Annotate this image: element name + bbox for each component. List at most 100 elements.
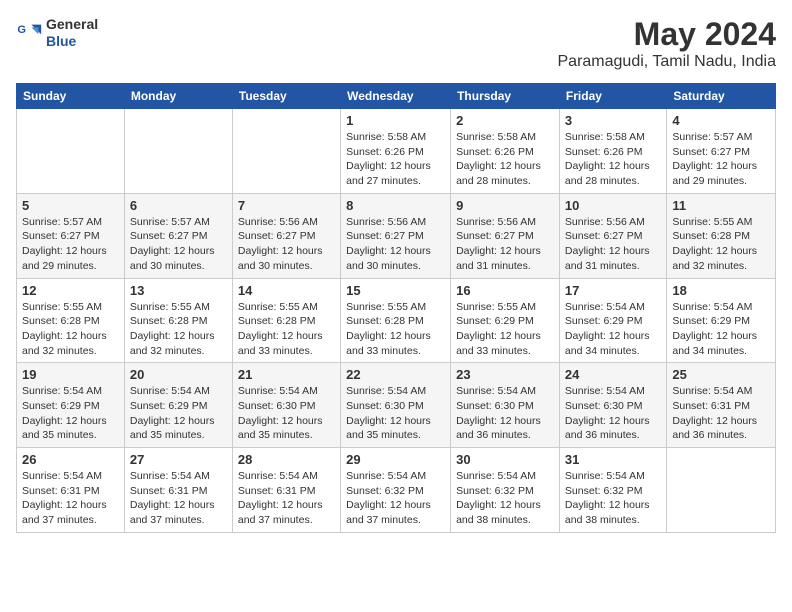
calendar-week-3: 12 Sunrise: 5:55 AM Sunset: 6:28 PM Dayli… — [17, 278, 776, 363]
day-number: 27 — [130, 452, 227, 467]
calendar-cell: 24 Sunrise: 5:54 AM Sunset: 6:30 PM Dayli… — [559, 363, 666, 448]
page-header: G General Blue May 2024 Paramagudi, Tami… — [16, 16, 776, 71]
day-info: Sunrise: 5:55 AM Sunset: 6:29 PM Dayligh… — [456, 300, 554, 359]
day-number: 9 — [456, 198, 554, 213]
day-number: 30 — [456, 452, 554, 467]
day-info: Sunrise: 5:55 AM Sunset: 6:28 PM Dayligh… — [346, 300, 445, 359]
column-header-thursday: Thursday — [451, 84, 560, 109]
calendar-cell: 23Sunrise: 5:54 AM Sunset: 6:30 PM Dayli… — [451, 363, 560, 448]
calendar-cell — [667, 448, 776, 533]
day-info: Sunrise: 5:57 AM Sunset: 6:27 PM Dayligh… — [130, 215, 227, 274]
calendar-cell: 19 Sunrise: 5:54 AM Sunset: 6:29 PM Dayli… — [17, 363, 125, 448]
day-info: Sunrise: 5:55 AM Sunset: 6:28 PM Dayligh… — [672, 215, 770, 274]
day-info: Sunrise: 5:54 AM Sunset: 6:31 PM Dayligh… — [238, 469, 335, 528]
day-info: Sunrise: 5:56 AM Sunset: 6:27 PM Dayligh… — [346, 215, 445, 274]
day-info: Sunrise: 5:54 AM Sunset: 6:30 PM Dayligh… — [565, 384, 661, 443]
calendar-cell: 25 Sunrise: 5:54 AM Sunset: 6:31 PM Dayli… — [667, 363, 776, 448]
day-info: Sunrise: 5:56 AM Sunset: 6:27 PM Dayligh… — [238, 215, 335, 274]
calendar-week-5: 26 Sunrise: 5:54 AM Sunset: 6:31 PM Dayli… — [17, 448, 776, 533]
day-number: 11 — [672, 198, 770, 213]
column-header-tuesday: Tuesday — [232, 84, 340, 109]
column-header-wednesday: Wednesday — [341, 84, 451, 109]
page-subtitle: Paramagudi, Tamil Nadu, India — [558, 53, 777, 71]
day-info: Sunrise: 5:54 AM Sunset: 6:32 PM Dayligh… — [456, 469, 554, 528]
column-header-saturday: Saturday — [667, 84, 776, 109]
day-number: 15 — [346, 283, 445, 298]
calendar-body: 1Sunrise: 5:58 AM Sunset: 6:26 PM Daylig… — [17, 109, 776, 533]
column-header-friday: Friday — [559, 84, 666, 109]
svg-text:G: G — [17, 24, 26, 36]
column-header-monday: Monday — [124, 84, 232, 109]
calendar-cell: 31 Sunrise: 5:54 AM Sunset: 6:32 PM Dayli… — [559, 448, 666, 533]
calendar-cell: 8 Sunrise: 5:56 AM Sunset: 6:27 PM Daylig… — [341, 193, 451, 278]
calendar-cell: 16Sunrise: 5:55 AM Sunset: 6:29 PM Dayli… — [451, 278, 560, 363]
calendar-cell: 6 Sunrise: 5:57 AM Sunset: 6:27 PM Daylig… — [124, 193, 232, 278]
day-info: Sunrise: 5:54 AM Sunset: 6:30 PM Dayligh… — [238, 384, 335, 443]
calendar-cell — [124, 109, 232, 194]
day-number: 20 — [130, 367, 227, 382]
day-number: 26 — [22, 452, 119, 467]
day-number: 10 — [565, 198, 661, 213]
calendar-cell: 21 Sunrise: 5:54 AM Sunset: 6:30 PM Dayli… — [232, 363, 340, 448]
day-number: 6 — [130, 198, 227, 213]
logo-line2: Blue — [46, 33, 98, 50]
day-info: Sunrise: 5:56 AM Sunset: 6:27 PM Dayligh… — [456, 215, 554, 274]
day-number: 8 — [346, 198, 445, 213]
calendar-cell: 4 Sunrise: 5:57 AM Sunset: 6:27 PM Daylig… — [667, 109, 776, 194]
day-info: Sunrise: 5:54 AM Sunset: 6:32 PM Dayligh… — [565, 469, 661, 528]
calendar-cell: 7 Sunrise: 5:56 AM Sunset: 6:27 PM Daylig… — [232, 193, 340, 278]
column-header-sunday: Sunday — [17, 84, 125, 109]
calendar-header: SundayMondayTuesdayWednesdayThursdayFrid… — [17, 84, 776, 109]
day-info: Sunrise: 5:58 AM Sunset: 6:26 PM Dayligh… — [565, 130, 661, 189]
page-title: May 2024 — [558, 16, 777, 53]
day-info: Sunrise: 5:57 AM Sunset: 6:27 PM Dayligh… — [672, 130, 770, 189]
calendar-cell — [17, 109, 125, 194]
day-info: Sunrise: 5:54 AM Sunset: 6:30 PM Dayligh… — [346, 384, 445, 443]
day-number: 28 — [238, 452, 335, 467]
calendar-cell: 27Sunrise: 5:54 AM Sunset: 6:31 PM Dayli… — [124, 448, 232, 533]
day-number: 17 — [565, 283, 661, 298]
calendar-cell — [232, 109, 340, 194]
day-number: 23 — [456, 367, 554, 382]
calendar-cell: 15 Sunrise: 5:55 AM Sunset: 6:28 PM Dayli… — [341, 278, 451, 363]
calendar-cell: 2Sunrise: 5:58 AM Sunset: 6:26 PM Daylig… — [451, 109, 560, 194]
day-info: Sunrise: 5:54 AM Sunset: 6:29 PM Dayligh… — [565, 300, 661, 359]
calendar-cell: 12 Sunrise: 5:55 AM Sunset: 6:28 PM Dayli… — [17, 278, 125, 363]
calendar-cell: 9 Sunrise: 5:56 AM Sunset: 6:27 PM Daylig… — [451, 193, 560, 278]
day-info: Sunrise: 5:54 AM Sunset: 6:29 PM Dayligh… — [130, 384, 227, 443]
day-info: Sunrise: 5:55 AM Sunset: 6:28 PM Dayligh… — [130, 300, 227, 359]
day-number: 4 — [672, 113, 770, 128]
calendar-cell: 18Sunrise: 5:54 AM Sunset: 6:29 PM Dayli… — [667, 278, 776, 363]
day-info: Sunrise: 5:54 AM Sunset: 6:31 PM Dayligh… — [22, 469, 119, 528]
day-number: 14 — [238, 283, 335, 298]
calendar-cell: 10Sunrise: 5:56 AM Sunset: 6:27 PM Dayli… — [559, 193, 666, 278]
calendar-cell: 29Sunrise: 5:54 AM Sunset: 6:32 PM Dayli… — [341, 448, 451, 533]
day-number: 19 — [22, 367, 119, 382]
day-number: 7 — [238, 198, 335, 213]
day-number: 21 — [238, 367, 335, 382]
title-section: May 2024 Paramagudi, Tamil Nadu, India — [558, 16, 777, 71]
calendar-table: SundayMondayTuesdayWednesdayThursdayFrid… — [16, 83, 776, 533]
day-number: 25 — [672, 367, 770, 382]
calendar-cell: 1Sunrise: 5:58 AM Sunset: 6:26 PM Daylig… — [341, 109, 451, 194]
calendar-cell: 11 Sunrise: 5:55 AM Sunset: 6:28 PM Dayli… — [667, 193, 776, 278]
day-info: Sunrise: 5:54 AM Sunset: 6:29 PM Dayligh… — [672, 300, 770, 359]
calendar-cell: 26 Sunrise: 5:54 AM Sunset: 6:31 PM Dayli… — [17, 448, 125, 533]
day-number: 12 — [22, 283, 119, 298]
calendar-week-1: 1Sunrise: 5:58 AM Sunset: 6:26 PM Daylig… — [17, 109, 776, 194]
day-info: Sunrise: 5:57 AM Sunset: 6:27 PM Dayligh… — [22, 215, 119, 274]
logo-icon: G — [16, 19, 44, 47]
calendar-cell: 3 Sunrise: 5:58 AM Sunset: 6:26 PM Daylig… — [559, 109, 666, 194]
day-info: Sunrise: 5:54 AM Sunset: 6:29 PM Dayligh… — [22, 384, 119, 443]
calendar-cell: 22 Sunrise: 5:54 AM Sunset: 6:30 PM Dayli… — [341, 363, 451, 448]
day-number: 22 — [346, 367, 445, 382]
header-row: SundayMondayTuesdayWednesdayThursdayFrid… — [17, 84, 776, 109]
day-info: Sunrise: 5:55 AM Sunset: 6:28 PM Dayligh… — [22, 300, 119, 359]
day-number: 31 — [565, 452, 661, 467]
day-info: Sunrise: 5:54 AM Sunset: 6:31 PM Dayligh… — [672, 384, 770, 443]
logo-line1: General — [46, 16, 98, 33]
day-number: 3 — [565, 113, 661, 128]
logo: G General Blue — [16, 16, 98, 50]
calendar-cell: 13Sunrise: 5:55 AM Sunset: 6:28 PM Dayli… — [124, 278, 232, 363]
day-number: 24 — [565, 367, 661, 382]
